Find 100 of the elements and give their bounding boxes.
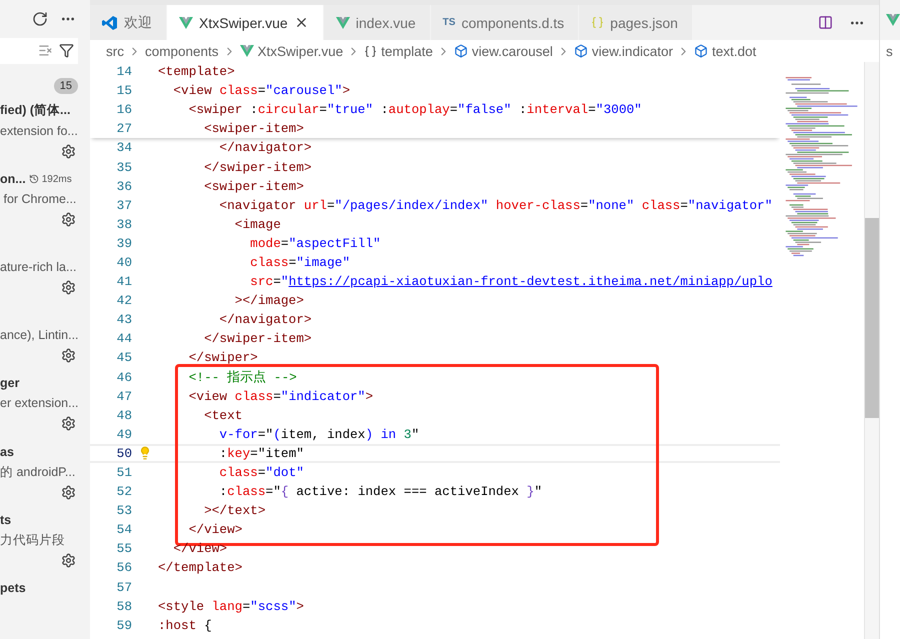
activation-time: 192ms	[42, 174, 72, 185]
code-line: <view class="indicator">	[188, 388, 374, 404]
line-number: 38	[116, 216, 132, 232]
braces-icon	[591, 16, 604, 29]
line-number: 39	[116, 236, 132, 251]
breadcrumb-item[interactable]: XtxSwiper.vue	[258, 44, 344, 58]
line-number: 45	[116, 350, 132, 366]
minimap-drawing[interactable]	[786, 77, 858, 256]
editor-tab[interactable]: TS components.d.ts	[430, 5, 580, 40]
line-number: 51	[116, 465, 132, 480]
count-badge: 15	[54, 78, 78, 94]
line-number: 40	[116, 254, 132, 270]
extension-title: ts	[0, 512, 12, 527]
line-number: 57	[116, 580, 132, 595]
clear-filter-icon[interactable]	[38, 43, 53, 58]
cube-icon	[454, 44, 468, 58]
line-number: 59	[116, 618, 132, 633]
line-number: 52	[116, 484, 132, 500]
braces-icon	[364, 44, 378, 58]
editor-tab[interactable]: index.vue	[324, 5, 431, 40]
code-line: </navigator>	[218, 140, 312, 156]
ts-file-icon: TS	[442, 17, 456, 28]
code-line: <template>	[158, 64, 235, 80]
editor-tab[interactable]: XtxSwiper.vue	[167, 5, 324, 40]
line-number: 49	[116, 426, 132, 442]
vue-icon	[886, 14, 900, 26]
code-line: <!-- 指示点 -->	[188, 368, 297, 386]
extension-title: ger	[0, 376, 20, 390]
extension-title: as	[0, 444, 14, 459]
cube-icon	[574, 44, 588, 58]
line-number: 47	[116, 388, 132, 404]
settings-icon[interactable]	[61, 280, 76, 296]
code-line: <swiper-item>	[203, 178, 304, 194]
code-line: </swiper-item>	[203, 331, 312, 346]
cube-icon	[694, 44, 708, 58]
search-field[interactable]	[0, 38, 78, 64]
line-number: 14	[116, 64, 132, 80]
vue-icon	[179, 16, 193, 28]
extension-description: er extension...	[0, 395, 80, 412]
line-number: 54	[116, 522, 132, 538]
code-line: </view>	[188, 522, 242, 538]
vue-icon	[240, 45, 254, 57]
editor-tab[interactable]: pages.json	[579, 5, 693, 40]
code-line: <swiper :circular="true" :autoplay="false" :interval="3000"	[188, 102, 642, 118]
code-link[interactable]: https://pcapi-xiaotuxian-front-devtest.itheima.net/miniapp/uplo	[288, 274, 772, 290]
breadcrumb-item[interactable]: src	[106, 44, 124, 58]
code-line: </navigator>	[218, 312, 312, 328]
breadcrumb-item[interactable]: components	[145, 44, 219, 58]
line-number: 15	[116, 83, 132, 98]
code-line: <view class="carousel">	[172, 83, 350, 98]
extension-title: pets	[0, 580, 26, 595]
code-line: v-for="(item, index) in 3"	[218, 426, 420, 442]
code-line: :host {	[158, 618, 212, 633]
line-number: 35	[116, 160, 132, 175]
line-number: 37	[116, 198, 132, 213]
code-line: :class="{ active: index === activeIndex }"	[218, 484, 542, 500]
extension-title: on...	[0, 172, 26, 186]
code-line: </swiper>	[188, 350, 258, 366]
vue-icon	[336, 16, 350, 28]
settings-icon[interactable]	[61, 552, 76, 568]
code-line: ></image>	[234, 293, 304, 308]
extension-title: fied) (简体...	[0, 102, 70, 120]
settings-icon[interactable]	[61, 212, 76, 228]
line-number: 46	[116, 370, 132, 385]
settings-icon[interactable]	[61, 348, 76, 364]
breadcrumb-item[interactable]: view.carousel	[472, 44, 553, 58]
editor-tab[interactable]: 欢迎	[90, 5, 167, 40]
line-number: 58	[116, 598, 132, 614]
line-number: 56	[116, 560, 132, 576]
refresh-icon[interactable]	[32, 10, 48, 27]
code-line: </view>	[172, 541, 228, 556]
settings-icon[interactable]	[61, 484, 76, 500]
code-line: </template>	[158, 560, 242, 576]
line-number: 44	[116, 331, 132, 346]
extension-description: 的 androidP...	[0, 464, 76, 481]
filter-icon[interactable]	[59, 43, 74, 58]
scrollbar-thumb[interactable]	[865, 218, 879, 418]
breadcrumb-item[interactable]: s	[880, 40, 900, 59]
settings-icon[interactable]	[61, 416, 76, 432]
code-line: <image	[234, 216, 281, 232]
split-editor-icon[interactable]	[818, 15, 833, 30]
code-line: mode="aspectFill"	[249, 236, 381, 251]
breadcrumb-item[interactable]: template	[381, 44, 433, 58]
breadcrumb-item[interactable]: view.indicator	[592, 44, 673, 58]
code-line: <swiper-item>	[203, 121, 304, 136]
code-line: <style lang="scss">	[158, 598, 304, 614]
code-line: <navigator url="/pages/index/index" hover-class="none" class="navigator"	[218, 198, 772, 213]
line-number: 48	[116, 408, 132, 423]
line-number: 36	[116, 178, 132, 194]
line-number: 53	[116, 503, 132, 518]
extension-description: 力代码片段	[0, 532, 66, 549]
code-line: <text	[203, 408, 242, 423]
extension-description: ance), Lintin...	[0, 327, 80, 344]
extension-description: for Chrome...	[2, 191, 78, 208]
line-number: 42	[116, 293, 132, 308]
settings-icon[interactable]	[61, 144, 76, 159]
code-editor-logo-icon	[102, 14, 118, 30]
line-number: 27	[116, 121, 132, 136]
line-number: 50	[116, 446, 132, 461]
breadcrumb-item[interactable]: text.dot	[712, 44, 756, 58]
